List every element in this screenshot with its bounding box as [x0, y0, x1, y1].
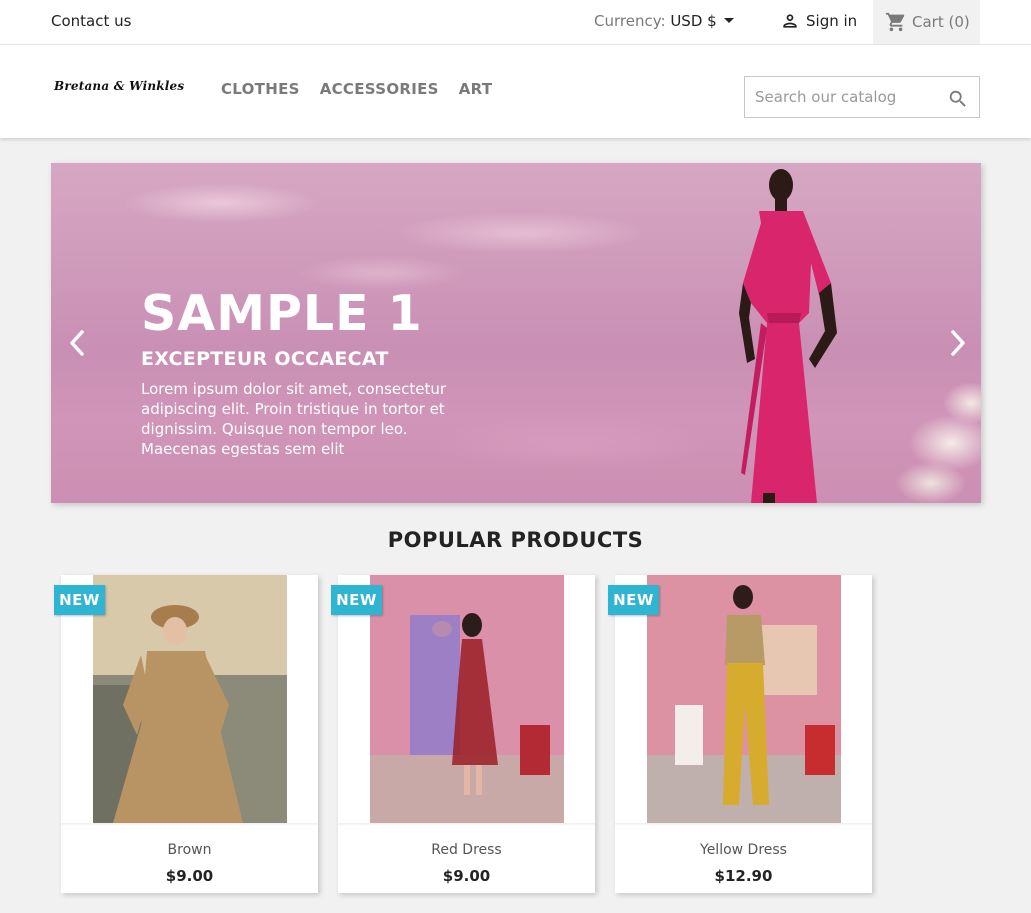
search-box: [744, 76, 980, 118]
product-name[interactable]: Brown: [61, 842, 318, 858]
chevron-right-icon[interactable]: [947, 328, 969, 358]
cart-icon: [885, 12, 905, 32]
currency-value: USD $: [670, 12, 717, 30]
cart-button[interactable]: Cart (0): [873, 0, 980, 44]
sign-in-label: Sign in: [806, 12, 858, 30]
currency-selector[interactable]: Currency: USD $: [594, 12, 734, 30]
menu-item-art[interactable]: ART: [459, 80, 493, 98]
product-card-yellow-dress[interactable]: Yellow Dress $12.90: [615, 575, 872, 893]
product-card-red-dress[interactable]: Red Dress $9.00: [338, 575, 595, 893]
product-name[interactable]: Yellow Dress: [615, 842, 872, 858]
product-price: $9.00: [165, 867, 214, 885]
menu-item-accessories[interactable]: ACCESSORIES: [320, 80, 439, 98]
popular-products-title: POPULAR PRODUCTS: [387, 528, 644, 552]
contact-us-link[interactable]: Contact us: [51, 12, 131, 30]
slide-subtitle: EXCEPTEUR OCCAECAT: [141, 348, 389, 370]
product-image: [370, 575, 564, 823]
cart-label: Cart (0): [912, 13, 970, 31]
menu-item-clothes[interactable]: CLOTHES: [221, 80, 300, 98]
new-badge: NEW: [331, 585, 382, 615]
sign-in-link[interactable]: Sign in: [780, 11, 857, 31]
chevron-left-icon[interactable]: [66, 328, 88, 358]
slide-model-image: [739, 169, 837, 503]
new-badge: NEW: [54, 585, 105, 615]
currency-label: Currency:: [594, 12, 666, 30]
new-badge: NEW: [608, 585, 659, 615]
slide-description: Lorem ipsum dolor sit amet, consectetur …: [141, 380, 447, 458]
store-logo[interactable]: Bretana & Winkles: [54, 79, 184, 93]
product-price: $12.90: [714, 867, 773, 885]
hero-slider: SAMPLE 1 EXCEPTEUR OCCAECAT Lorem ipsum …: [51, 163, 981, 503]
slide-title: SAMPLE 1: [141, 285, 423, 342]
main-menu: CLOTHES ACCESSORIES ART: [221, 80, 492, 98]
product-name[interactable]: Red Dress: [338, 842, 595, 858]
product-image: [93, 575, 287, 823]
slide-rocks: [871, 383, 981, 503]
search-icon[interactable]: [947, 88, 969, 110]
product-card-brown[interactable]: Brown $9.00: [61, 575, 318, 893]
product-price: $9.00: [442, 867, 491, 885]
product-image: [647, 575, 841, 823]
search-input[interactable]: [745, 77, 935, 117]
header: Bretana & Winkles CLOTHES ACCESSORIES AR…: [0, 45, 1031, 138]
top-nav: Contact us Currency: USD $ Sign in Cart …: [0, 0, 1031, 45]
caret-down-icon: [723, 18, 734, 23]
user-icon: [783, 14, 797, 28]
